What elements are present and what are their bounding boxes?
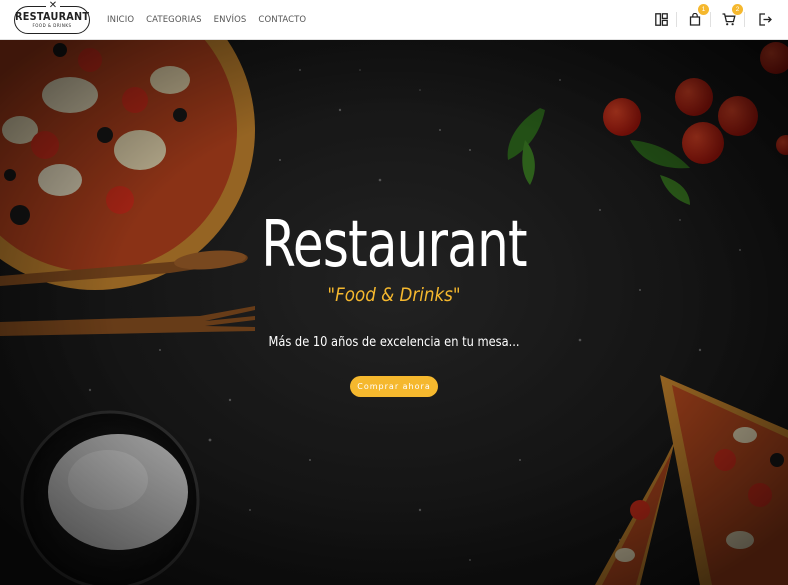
cart-count-badge: 2 — [732, 4, 743, 15]
nav-divider — [676, 12, 677, 27]
hero-background-image — [0, 40, 788, 585]
nav-link-inicio[interactable]: INICIO — [107, 15, 134, 25]
navbar: ✕ RESTAURANT FOOD & DRINKS INICIO CATEGO… — [0, 0, 788, 40]
nav-link-categorias[interactable]: CATEGORIAS — [146, 15, 202, 25]
brand-logo[interactable]: ✕ RESTAURANT FOOD & DRINKS — [14, 0, 90, 34]
hero-subtitle: "Food & Drinks" — [327, 284, 461, 306]
logout-icon[interactable] — [756, 10, 774, 28]
nav-divider — [710, 12, 711, 27]
shopping-bag-icon[interactable]: 1 — [686, 4, 709, 28]
dashboard-icon[interactable] — [652, 10, 670, 28]
brand-subtitle: FOOD & DRINKS — [32, 23, 72, 28]
hero-banner: Restaurant "Food & Drinks" Más de 10 año… — [0, 40, 788, 585]
nav-link-envios[interactable]: ENVÍOS — [214, 15, 247, 25]
orders-count-badge: 1 — [698, 4, 709, 15]
nav-link-contacto[interactable]: CONTACTO — [258, 15, 306, 25]
brand-title: RESTAURANT — [14, 10, 90, 23]
main-nav: INICIO CATEGORIAS ENVÍOS CONTACTO — [107, 0, 318, 40]
hero-tagline: Más de 10 años de excelencia en tu mesa.… — [268, 335, 520, 350]
buy-now-button[interactable]: Comprar ahora — [350, 376, 438, 397]
nav-divider — [744, 12, 745, 27]
hero-title: Restaurant — [261, 208, 527, 282]
cart-icon[interactable]: 2 — [720, 4, 743, 28]
